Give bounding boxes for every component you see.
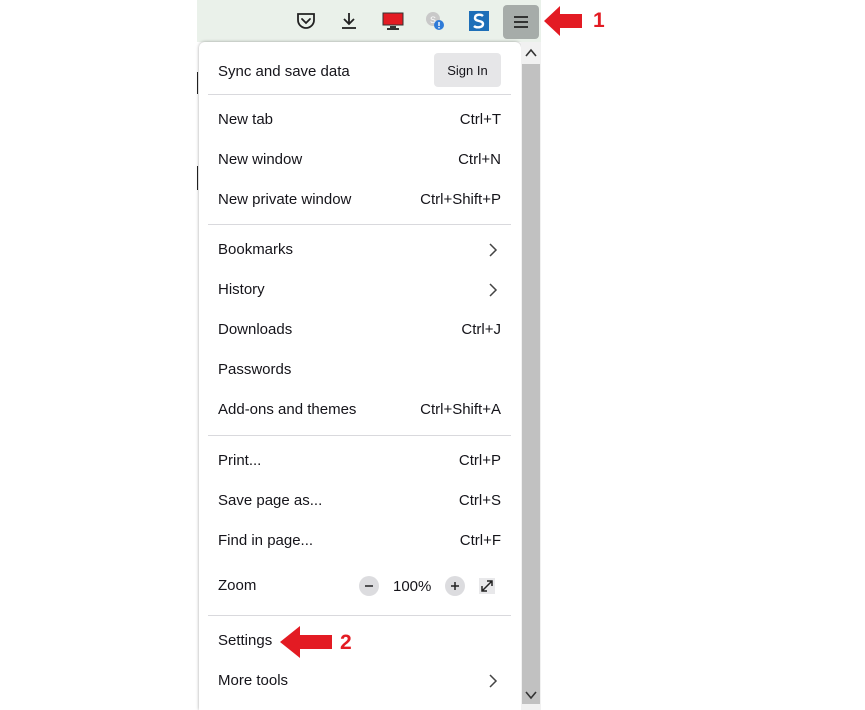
menu-item-label: Settings bbox=[218, 632, 273, 649]
menu-item-settings[interactable]: Settings bbox=[199, 621, 521, 661]
hamburger-menu-button[interactable] bbox=[503, 5, 539, 39]
app-menu-panel: Sync and save data Sign In New tab Ctrl+… bbox=[199, 42, 521, 710]
pocket-icon[interactable] bbox=[292, 7, 320, 35]
menu-item-add-ons-and-themes[interactable]: Add-ons and themes Ctrl+Shift+A bbox=[199, 390, 521, 430]
chevron-right-icon bbox=[489, 283, 498, 297]
callout-arrow-2 bbox=[280, 626, 332, 658]
menu-item-label: Find in page... bbox=[218, 532, 314, 549]
menu-item-zoom: Zoom 100% bbox=[199, 566, 521, 610]
browser-toolbar: S bbox=[197, 0, 541, 42]
menu-separator bbox=[208, 615, 511, 616]
zoom-level[interactable]: 100% bbox=[393, 578, 431, 595]
fullscreen-button[interactable] bbox=[477, 576, 497, 596]
menu-separator bbox=[208, 435, 511, 436]
s-app-icon[interactable] bbox=[465, 7, 493, 35]
menu-separator bbox=[208, 94, 511, 95]
callout-number-2: 2 bbox=[340, 631, 352, 654]
scrollbar-thumb[interactable] bbox=[522, 64, 540, 704]
sync-title: Sync and save data bbox=[218, 63, 350, 80]
menu-item-history[interactable]: History bbox=[199, 270, 521, 310]
menu-item-new-window[interactable]: New window Ctrl+N bbox=[199, 140, 521, 180]
menu-item-shortcut: Ctrl+J bbox=[461, 321, 501, 338]
menu-item-shortcut: Ctrl+Shift+P bbox=[420, 191, 501, 208]
menu-item-label: Passwords bbox=[218, 361, 292, 378]
menu-scrollbar[interactable] bbox=[521, 42, 541, 710]
monitor-icon[interactable] bbox=[379, 7, 407, 35]
menu-item-passwords[interactable]: Passwords bbox=[199, 350, 521, 390]
menu-item-shortcut: Ctrl+T bbox=[459, 111, 501, 128]
zoom-in-button[interactable] bbox=[445, 576, 465, 596]
menu-item-find-in-page[interactable]: Find in page... Ctrl+F bbox=[199, 521, 521, 561]
menu-item-print[interactable]: Print... Ctrl+P bbox=[199, 441, 521, 481]
download-icon[interactable] bbox=[335, 7, 363, 35]
page-edge-mark bbox=[197, 166, 198, 190]
menu-item-shortcut: Ctrl+P bbox=[458, 452, 501, 469]
menu-item-shortcut: Ctrl+F bbox=[459, 532, 501, 549]
menu-item-bookmarks[interactable]: Bookmarks bbox=[199, 230, 521, 270]
menu-item-new-private-window[interactable]: New private window Ctrl+Shift+P bbox=[199, 180, 521, 220]
zoom-control: 100% bbox=[359, 576, 499, 598]
menu-item-label: History bbox=[218, 281, 265, 298]
menu-item-label: Print... bbox=[218, 452, 262, 469]
page-edge-mark bbox=[197, 72, 198, 94]
menu-item-downloads[interactable]: Downloads Ctrl+J bbox=[199, 310, 521, 350]
menu-item-label: Bookmarks bbox=[218, 241, 294, 258]
menu-item-shortcut: Ctrl+N bbox=[458, 151, 501, 168]
menu-item-save-page-as[interactable]: Save page as... Ctrl+S bbox=[199, 481, 521, 521]
callout-arrow-1 bbox=[544, 6, 582, 36]
chevron-right-icon bbox=[489, 674, 498, 688]
scroll-up-icon[interactable] bbox=[524, 46, 538, 60]
callout-number-1: 1 bbox=[593, 9, 605, 32]
menu-item-label: Downloads bbox=[218, 321, 293, 338]
zoom-out-button[interactable] bbox=[359, 576, 379, 596]
menu-item-label: New window bbox=[218, 151, 303, 168]
menu-item-shortcut: Ctrl+Shift+A bbox=[420, 401, 501, 418]
sync-row: Sync and save data Sign In bbox=[199, 48, 521, 94]
menu-item-shortcut: Ctrl+S bbox=[458, 492, 501, 509]
menu-item-label: New private window bbox=[218, 191, 352, 208]
hamburger-menu-icon bbox=[514, 16, 528, 28]
plus-icon bbox=[451, 582, 459, 590]
menu-item-label: Save page as... bbox=[218, 492, 323, 509]
sign-in-button[interactable]: Sign In bbox=[434, 53, 501, 87]
extension-badge-icon[interactable]: S bbox=[421, 7, 449, 35]
menu-item-label: Add-ons and themes bbox=[218, 401, 357, 418]
menu-item-more-tools[interactable]: More tools bbox=[199, 661, 521, 701]
menu-item-new-tab[interactable]: New tab Ctrl+T bbox=[199, 100, 521, 140]
chevron-right-icon bbox=[489, 243, 498, 257]
fullscreen-icon bbox=[479, 578, 495, 594]
menu-item-label: Zoom bbox=[218, 577, 257, 594]
scroll-down-icon[interactable] bbox=[524, 688, 538, 702]
menu-item-label: More tools bbox=[218, 672, 289, 689]
menu-item-label: New tab bbox=[218, 111, 274, 128]
menu-separator bbox=[208, 224, 511, 225]
minus-icon bbox=[365, 585, 373, 587]
